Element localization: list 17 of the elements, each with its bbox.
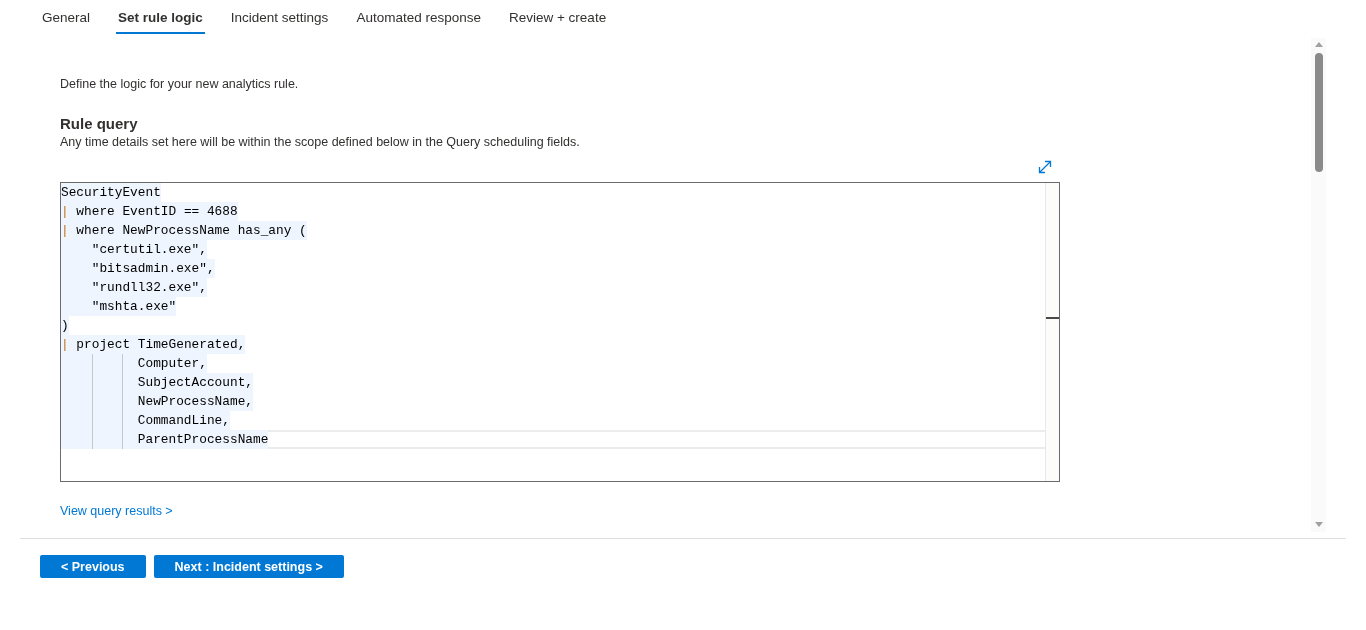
query-editor[interactable] (60, 182, 1060, 482)
wizard-tab[interactable]: Set rule logic (116, 0, 205, 34)
wizard-tab[interactable]: Incident settings (228, 0, 331, 34)
wizard-tab[interactable]: Review + create (506, 0, 609, 34)
nav-button[interactable]: Next : Incident settings > (153, 555, 344, 578)
nav-button[interactable]: < Previous (40, 555, 146, 578)
scrollbar-thumb[interactable] (1314, 53, 1323, 172)
caret-down-icon[interactable] (1314, 522, 1323, 527)
section-title: Rule query (60, 114, 138, 134)
caret-up-icon[interactable] (1314, 42, 1323, 47)
section-description: Any time details set here will be within the scope defined below in the Query scheduling fields. (60, 134, 580, 150)
view-query-results-link[interactable]: View query results > (60, 503, 173, 519)
overview-ruler-mark (1046, 317, 1059, 319)
intro-text: Define the logic for your new analytics rule. (60, 76, 299, 92)
wizard-tab[interactable]: Automated response (354, 0, 483, 34)
expand-icon[interactable] (1037, 159, 1053, 175)
wizard-tab[interactable]: General (40, 0, 93, 34)
